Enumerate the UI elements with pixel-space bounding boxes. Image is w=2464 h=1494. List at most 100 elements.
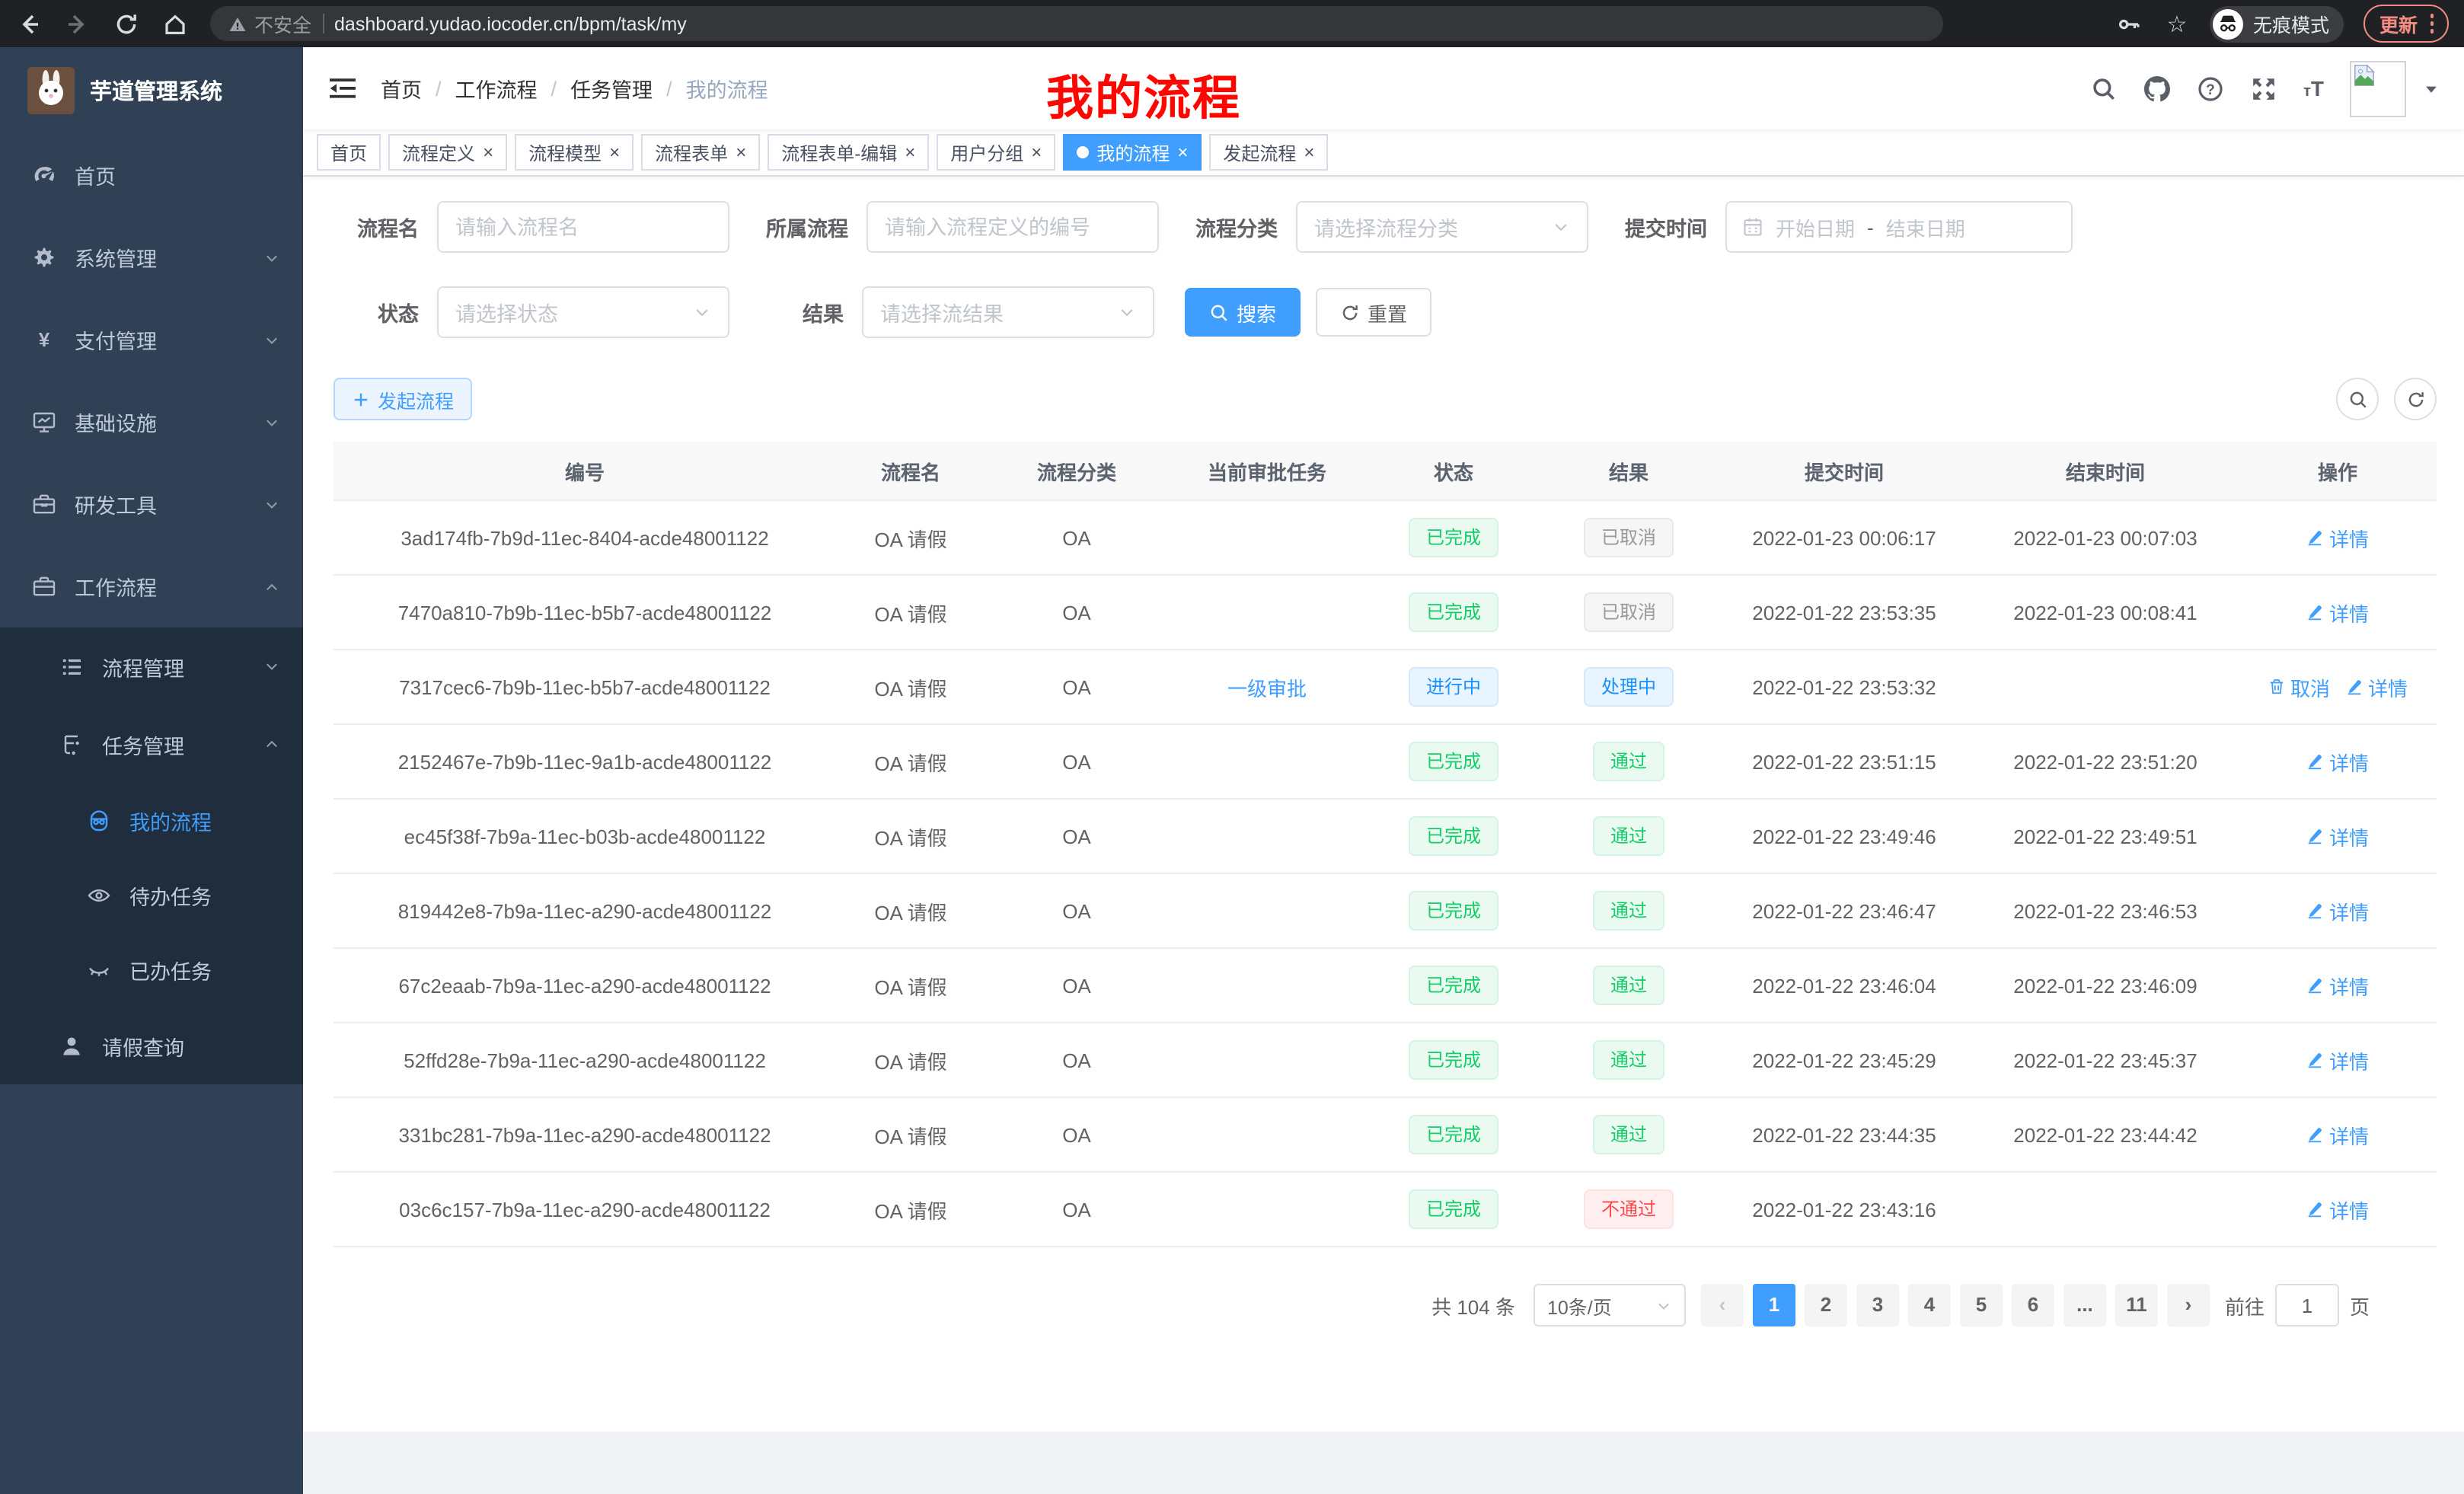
sidebar-item-支付管理[interactable]: ¥支付管理 <box>0 298 303 381</box>
sidebar-item-已办任务[interactable]: 已办任务 <box>0 932 303 1007</box>
create-process-label: 发起流程 <box>378 385 454 413</box>
page-button-4[interactable]: 4 <box>1908 1284 1951 1326</box>
result-badge-cell: 通过 <box>1541 816 1716 856</box>
breadcrumb-item[interactable]: 首页 <box>381 73 422 104</box>
table-toolbar: 发起流程 <box>334 378 2437 420</box>
tab-流程模型[interactable]: 流程模型× <box>515 134 634 171</box>
password-key-icon[interactable] <box>2116 10 2143 37</box>
toggle-search-button[interactable] <box>2336 378 2379 420</box>
sidebar-item-研发工具[interactable]: 研发工具 <box>0 463 303 545</box>
action-label: 详情 <box>2329 747 2369 776</box>
font-size-icon[interactable]: тT <box>2303 76 2324 101</box>
status-select[interactable]: 请选择状态 <box>437 286 729 338</box>
sidebar-item-工作流程[interactable]: 工作流程 <box>0 545 303 627</box>
tab-流程表单-编辑[interactable]: 流程表单-编辑× <box>768 134 929 171</box>
reset-button[interactable]: 重置 <box>1316 288 1431 337</box>
process-definition-input[interactable] <box>867 201 1159 253</box>
tab-close-icon[interactable]: × <box>905 143 915 161</box>
sidebar-item-流程管理[interactable]: 流程管理 <box>0 627 303 705</box>
breadcrumb-item[interactable]: 任务管理 <box>570 73 653 104</box>
sidebar-item-请假查询[interactable]: 请假查询 <box>0 1007 303 1084</box>
next-page-button[interactable]: › <box>2167 1284 2210 1326</box>
column-header-流程名: 流程名 <box>836 456 985 485</box>
avatar-caret-icon[interactable] <box>2423 80 2440 97</box>
not-secure-badge[interactable]: 不安全 <box>228 9 311 38</box>
sidebar-item-任务管理[interactable]: 任务管理 <box>0 705 303 783</box>
tab-首页[interactable]: 首页 <box>317 134 381 171</box>
page-button-1[interactable]: 1 <box>1753 1284 1795 1326</box>
search-button[interactable]: 搜索 <box>1185 288 1301 337</box>
help-icon[interactable]: ? <box>2197 75 2224 102</box>
row-actions: 详情 <box>2239 598 2437 627</box>
sidebar-item-我的流程[interactable]: 我的流程 <box>0 783 303 857</box>
reload-icon[interactable] <box>113 10 140 37</box>
goto-page-input[interactable] <box>2275 1284 2339 1326</box>
page-button-5[interactable]: 5 <box>1960 1284 2003 1326</box>
action-详情[interactable]: 详情 <box>2345 672 2408 701</box>
back-icon[interactable] <box>15 10 43 37</box>
result-select[interactable]: 请选择流结果 <box>862 286 1154 338</box>
avatar[interactable] <box>2350 60 2406 117</box>
category-select[interactable]: 请选择流程分类 <box>1296 201 1588 253</box>
action-详情[interactable]: 详情 <box>2306 523 2369 552</box>
search-icon <box>1209 302 1229 322</box>
process-category: OA <box>985 1123 1168 1146</box>
fullscreen-icon[interactable] <box>2250 75 2277 102</box>
tab-close-icon[interactable]: × <box>1031 143 1042 161</box>
forward-icon[interactable] <box>64 10 91 37</box>
action-详情[interactable]: 详情 <box>2306 747 2369 776</box>
bookmark-star-icon[interactable]: ☆ <box>2163 10 2191 37</box>
not-secure-label: 不安全 <box>254 9 311 38</box>
page-button-6[interactable]: 6 <box>2012 1284 2054 1326</box>
search-icon[interactable] <box>2090 75 2118 102</box>
tab-close-icon[interactable]: × <box>483 143 493 161</box>
action-详情[interactable]: 详情 <box>2306 1045 2369 1074</box>
create-process-button[interactable]: 发起流程 <box>334 378 472 420</box>
action-详情[interactable]: 详情 <box>2306 822 2369 851</box>
pager-ellipsis[interactable]: ... <box>2063 1284 2106 1326</box>
action-详情[interactable]: 详情 <box>2306 1195 2369 1224</box>
home-icon[interactable] <box>161 10 189 37</box>
action-详情[interactable]: 详情 <box>2306 1120 2369 1149</box>
table-row: 7470a810-7b9b-11ec-b5b7-acde48001122OA 请… <box>334 576 2437 650</box>
process-name: OA 请假 <box>836 672 985 701</box>
user-icon <box>59 1033 84 1058</box>
github-icon[interactable] <box>2143 75 2171 102</box>
chrome-update-button[interactable]: 更新 <box>2364 5 2449 43</box>
tab-发起流程[interactable]: 发起流程× <box>1209 134 1328 171</box>
tab-close-icon[interactable]: × <box>1304 143 1314 161</box>
breadcrumb-item[interactable]: 工作流程 <box>455 73 538 104</box>
sidebar-item-label: 首页 <box>75 160 116 190</box>
prev-page-button[interactable]: ‹ <box>1701 1284 1744 1326</box>
address-bar[interactable]: 不安全 dashboard.yudao.iocoder.cn/bpm/task/… <box>210 6 1943 41</box>
sidebar-item-首页[interactable]: 首页 <box>0 134 303 216</box>
refresh-table-button[interactable] <box>2394 378 2437 420</box>
sidebar-item-待办任务[interactable]: 待办任务 <box>0 857 303 932</box>
sidebar-collapse-icon[interactable] <box>327 73 358 104</box>
tab-close-icon[interactable]: × <box>609 143 620 161</box>
tab-close-icon[interactable]: × <box>736 143 746 161</box>
current-task-link[interactable]: 一级审批 <box>1227 672 1307 701</box>
tab-用户分组[interactable]: 用户分组× <box>937 134 1055 171</box>
status-badge: 已完成 <box>1409 1189 1498 1229</box>
page-button-11[interactable]: 11 <box>2115 1284 2158 1326</box>
action-详情[interactable]: 详情 <box>2306 971 2369 1000</box>
submit-time-range-picker[interactable]: 开始日期 - 结束日期 <box>1725 201 2073 253</box>
page-button-3[interactable]: 3 <box>1856 1284 1899 1326</box>
sidebar-item-基础设施[interactable]: 基础设施 <box>0 381 303 463</box>
tab-我的流程[interactable]: 我的流程× <box>1063 134 1202 171</box>
browser-menu-icon[interactable] <box>2430 14 2434 34</box>
tab-流程表单[interactable]: 流程表单× <box>641 134 760 171</box>
tab-close-icon[interactable]: × <box>1177 143 1188 161</box>
calendar-icon <box>1742 216 1763 238</box>
action-详情[interactable]: 详情 <box>2306 598 2369 627</box>
sidebar-item-系统管理[interactable]: 系统管理 <box>0 216 303 298</box>
app-logo-row[interactable]: 芋道管理系统 <box>0 47 303 134</box>
tab-流程定义[interactable]: 流程定义× <box>388 134 507 171</box>
page-size-select[interactable]: 10条/页 <box>1534 1284 1686 1326</box>
process-name-input[interactable] <box>437 201 729 253</box>
page-button-2[interactable]: 2 <box>1805 1284 1847 1326</box>
action-取消[interactable]: 取消 <box>2268 672 2330 701</box>
action-详情[interactable]: 详情 <box>2306 896 2369 925</box>
page-unit-label: 页 <box>2350 1291 2370 1320</box>
